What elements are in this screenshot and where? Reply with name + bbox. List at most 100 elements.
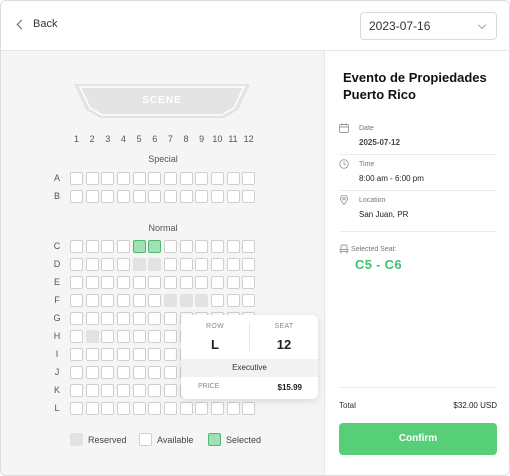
seat[interactable] [242,240,256,253]
seat[interactable] [195,402,209,415]
seat[interactable] [70,276,83,289]
seat[interactable] [148,366,162,379]
seat[interactable] [148,276,162,289]
seat[interactable] [210,240,224,253]
seat[interactable] [163,366,177,379]
seat[interactable] [195,276,209,289]
seat[interactable] [116,240,130,253]
seat[interactable] [210,258,224,271]
seat[interactable] [70,172,83,185]
seat[interactable] [226,402,240,415]
seat[interactable] [132,348,146,361]
seat[interactable] [116,384,130,397]
seat[interactable] [148,348,162,361]
seat[interactable] [85,384,99,397]
seat[interactable] [195,190,209,203]
seat[interactable] [101,348,115,361]
seat[interactable] [70,258,83,271]
seat[interactable] [132,366,146,379]
seat[interactable] [210,172,224,185]
seat[interactable] [163,258,177,271]
seat[interactable] [85,294,99,307]
seat[interactable] [101,276,115,289]
seat[interactable] [85,258,99,271]
seat[interactable] [101,190,115,203]
seat[interactable] [226,172,240,185]
seat[interactable] [210,276,224,289]
seat[interactable] [132,402,146,415]
seat[interactable] [70,240,83,253]
seat[interactable] [148,312,162,325]
seat[interactable] [132,172,146,185]
date-select[interactable]: 2023-07-16 [360,12,497,40]
seat[interactable] [101,330,115,343]
seat[interactable] [70,312,83,325]
seat[interactable] [116,348,130,361]
seat[interactable] [116,330,130,343]
seat[interactable] [148,172,162,185]
seat[interactable] [85,402,99,415]
confirm-button[interactable]: Confirm [339,423,497,455]
seat[interactable] [163,240,177,253]
seat[interactable] [163,312,177,325]
seat[interactable] [70,384,83,397]
seat[interactable] [242,172,256,185]
seat[interactable] [210,402,224,415]
seat[interactable] [148,294,162,307]
seat[interactable] [116,402,130,415]
seat[interactable] [101,294,115,307]
seat[interactable] [242,294,256,307]
seat[interactable] [85,240,99,253]
seat[interactable] [179,240,193,253]
seat[interactable] [85,348,99,361]
seat[interactable] [226,240,240,253]
seat[interactable] [226,276,240,289]
seat[interactable] [70,294,83,307]
seat[interactable] [179,276,193,289]
seat[interactable] [116,276,130,289]
seat[interactable] [179,258,193,271]
seat[interactable] [242,402,256,415]
seat[interactable] [195,172,209,185]
seat[interactable] [148,330,162,343]
seat[interactable] [163,190,177,203]
seat[interactable] [101,172,115,185]
seat[interactable] [116,312,130,325]
seat[interactable] [210,190,224,203]
seat[interactable] [85,276,99,289]
seat[interactable] [163,172,177,185]
seat[interactable] [101,402,115,415]
seat[interactable] [132,276,146,289]
seat[interactable] [132,240,146,253]
seat[interactable] [85,172,99,185]
seat[interactable] [148,384,162,397]
seat[interactable] [163,330,177,343]
seat[interactable] [85,312,99,325]
back-button[interactable]: Back [15,18,57,30]
seat[interactable] [148,240,162,253]
seat[interactable] [163,348,177,361]
seat[interactable] [70,366,83,379]
seat[interactable] [226,190,240,203]
seat[interactable] [148,402,162,415]
seat[interactable] [101,366,115,379]
seat[interactable] [132,294,146,307]
seat[interactable] [242,276,256,289]
seat[interactable] [148,190,162,203]
seat[interactable] [163,276,177,289]
seat[interactable] [101,312,115,325]
seat[interactable] [101,258,115,271]
seat[interactable] [210,294,224,307]
seat[interactable] [116,258,130,271]
seat[interactable] [116,366,130,379]
seat[interactable] [85,366,99,379]
seat[interactable] [70,348,83,361]
seat[interactable] [195,240,209,253]
seat[interactable] [116,172,130,185]
seat[interactable] [85,190,99,203]
seat[interactable] [242,258,256,271]
seat[interactable] [226,294,240,307]
seat[interactable] [179,402,193,415]
seat[interactable] [132,384,146,397]
seat[interactable] [163,384,177,397]
